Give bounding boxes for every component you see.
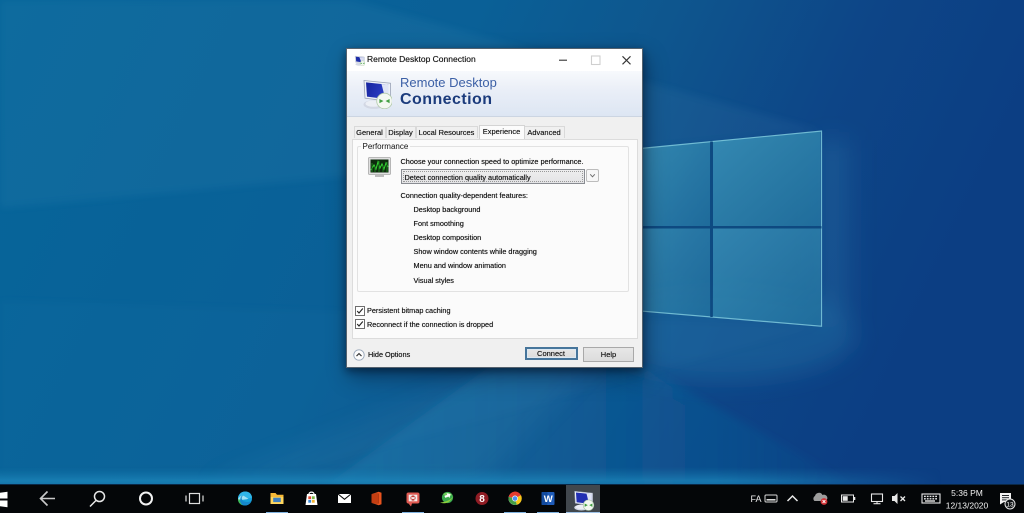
- svg-text:W: W: [544, 494, 553, 505]
- svg-text:12/13/2020: 12/13/2020: [946, 501, 989, 511]
- svg-text:5:36 PM: 5:36 PM: [951, 488, 983, 498]
- svg-text:8: 8: [479, 494, 485, 505]
- svg-text:FA: FA: [750, 494, 761, 504]
- svg-text:13: 13: [1006, 502, 1014, 509]
